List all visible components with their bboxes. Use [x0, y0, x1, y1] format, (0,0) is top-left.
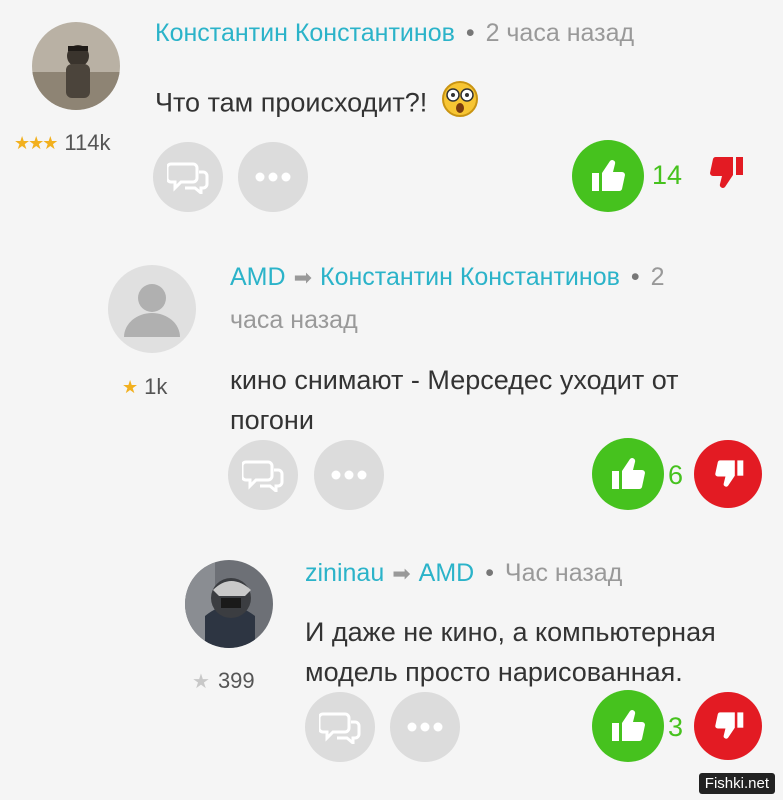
comment-line-1: кино снимают - Мерседес уходит от — [230, 365, 679, 395]
thumbs-down-icon — [715, 460, 744, 487]
dislike-button[interactable] — [694, 440, 762, 508]
thumbs-up-icon — [592, 160, 625, 192]
like-count: 3 — [668, 712, 684, 742]
separator-dot: • — [465, 19, 475, 47]
reply-button[interactable] — [228, 440, 298, 510]
comment-line-2: погони — [230, 405, 314, 435]
avatar[interactable] — [108, 265, 196, 353]
ellipsis-icon — [407, 722, 443, 732]
more-button[interactable] — [314, 440, 384, 510]
timestamp-part1: 2 — [650, 263, 665, 291]
comment-line-2: модель просто нарисованная. — [305, 657, 683, 687]
avatar-photo — [32, 22, 120, 110]
separator-dot: • — [485, 559, 494, 587]
like-button[interactable] — [572, 140, 644, 212]
rank-star-icon: ★ — [192, 670, 210, 693]
thumbs-down-icon — [715, 712, 744, 739]
timestamp: Час назад — [504, 559, 623, 587]
reply-to-link[interactable]: Константин Константинов — [320, 263, 620, 291]
comment-header: zininau ➡ AMD • Час назад — [305, 552, 622, 595]
user-rating: ★★★ 114k — [14, 130, 111, 156]
ellipsis-icon — [331, 470, 367, 480]
rank-stars-icon: ★★★ — [14, 132, 58, 153]
author-link[interactable]: Константин Константинов — [155, 19, 455, 47]
avatar[interactable] — [185, 560, 273, 648]
watermark: Fishki.net — [698, 773, 775, 794]
comment-text: Что там происходит?! — [155, 80, 479, 129]
like-button[interactable] — [592, 690, 664, 762]
like-count: 6 — [668, 460, 684, 490]
comment-text-content: Что там происходит?! — [155, 87, 428, 118]
thumbs-down-icon — [710, 156, 743, 188]
shocked-emoji-icon — [441, 80, 479, 129]
speech-bubbles-icon — [319, 712, 361, 744]
reply-arrow-icon: ➡ — [392, 561, 411, 586]
thumbs-up-icon — [612, 710, 645, 742]
comment-line-1: И даже не кино, а компьютерная — [305, 617, 716, 647]
rank-star-icon: ★ — [122, 376, 138, 397]
comment-text: кино снимают - Мерседес уходит от погони — [230, 360, 679, 440]
speech-bubbles-icon — [167, 162, 209, 194]
dislike-button[interactable] — [694, 692, 762, 760]
comment-header: Константин Константинов • 2 часа назад — [155, 12, 634, 54]
rating-value: 1k — [144, 374, 168, 399]
avatar[interactable] — [32, 22, 120, 110]
reply-button[interactable] — [153, 142, 223, 212]
default-avatar-icon — [108, 265, 196, 353]
timestamp-part2: часа назад — [230, 306, 358, 334]
reply-to-link[interactable]: AMD — [419, 559, 475, 587]
rating-value: 399 — [217, 668, 255, 693]
more-button[interactable] — [390, 692, 460, 762]
rating-value: 114k — [64, 130, 111, 155]
thumbs-up-icon — [612, 458, 645, 490]
avatar-photo — [185, 560, 273, 648]
comment-header: AMD ➡ Константин Константинов • 2 часа наз… — [230, 256, 760, 341]
author-link[interactable]: zininau — [305, 559, 384, 587]
user-rating: ★ 1k — [122, 374, 167, 400]
more-button[interactable] — [238, 142, 308, 212]
separator-dot: • — [630, 263, 640, 291]
ellipsis-icon — [255, 172, 291, 182]
reply-button[interactable] — [305, 692, 375, 762]
author-link[interactable]: AMD — [230, 263, 286, 291]
reply-arrow-icon: ➡ — [293, 265, 312, 290]
like-button[interactable] — [592, 438, 664, 510]
speech-bubbles-icon — [242, 460, 284, 492]
timestamp: 2 часа назад — [485, 19, 635, 47]
dislike-button[interactable] — [705, 155, 745, 195]
comment-text: И даже не кино, а компьютерная модель пр… — [305, 612, 716, 692]
like-count: 14 — [652, 160, 683, 190]
user-rating: ★ 399 — [192, 668, 255, 694]
